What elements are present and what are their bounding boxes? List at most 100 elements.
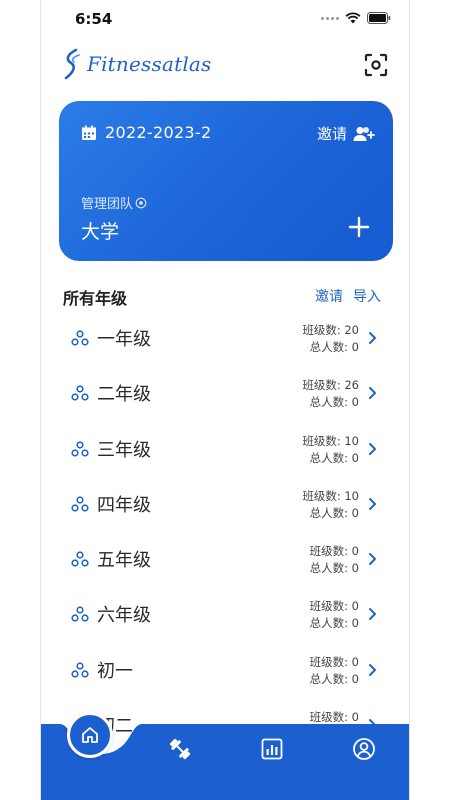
group-icon	[71, 551, 89, 567]
class-count-value: 26	[344, 378, 359, 393]
term-label: 2022-2023-2	[105, 123, 212, 142]
people-count-line: 总人数: 0	[310, 671, 359, 688]
people-count-label: 总人数:	[309, 340, 349, 354]
grade-row[interactable]: 五年级 班级数: 0 总人数: 0	[41, 532, 409, 587]
class-count-line: 班级数: 0	[310, 654, 359, 671]
logo-icon	[64, 48, 80, 80]
grade-row[interactable]: 三年级 班级数: 10 总人数: 0	[41, 422, 409, 477]
people-count-line: 总人数: 0	[302, 394, 359, 411]
grade-stats: 班级数: 26 总人数: 0	[302, 377, 359, 411]
grade-stats: 班级数: 0 总人数: 0	[310, 598, 359, 632]
people-count-label: 总人数:	[309, 505, 349, 520]
people-count-label: 总人数:	[309, 561, 349, 576]
class-count-label: 班级数:	[309, 710, 349, 725]
grades-section-header: 所有年级 邀请 导入	[63, 285, 381, 308]
grade-row[interactable]: 一年级 班级数: 20 总人数: 0	[41, 311, 409, 366]
team-label: 管理团队	[81, 193, 147, 212]
chevron-right-icon	[369, 497, 376, 510]
plus-icon	[348, 216, 370, 238]
scan-icon	[364, 53, 388, 77]
term-selector[interactable]: 2022-2023-2	[81, 123, 211, 142]
nav-profile-button[interactable]	[351, 736, 377, 762]
people-count-line: 总人数: 0	[302, 505, 359, 522]
grade-name: 初一	[97, 660, 133, 682]
team-card[interactable]: 2022-2023-2 邀请 管理团队 大学	[59, 101, 393, 261]
status-bar: 6:54	[41, 0, 409, 38]
chevron-right-icon	[369, 608, 376, 621]
group-icon	[71, 496, 89, 512]
group-icon	[71, 440, 89, 457]
class-count-value: 10	[344, 433, 359, 448]
scan-button[interactable]	[363, 52, 389, 78]
people-count-line: 总人数: 0	[310, 560, 359, 577]
dumbbell-icon	[169, 738, 191, 760]
chevron-right-icon	[369, 663, 376, 676]
brand-name: Fitnessatlas	[87, 52, 212, 76]
section-actions: 邀请 导入	[315, 286, 381, 306]
calendar-icon	[82, 125, 96, 140]
battery-icon	[367, 12, 391, 24]
chevron-right-icon	[369, 442, 376, 455]
class-count-value: 10	[344, 488, 359, 503]
grade-list: 一年级 班级数: 20 总人数: 0 二年级 班级数: 26 总人数: 0 三年…	[41, 311, 409, 753]
chevron-right-icon	[369, 332, 376, 344]
class-count-value: 0	[351, 654, 359, 669]
grade-stats: 班级数: 0 总人数: 0	[310, 654, 359, 688]
people-count-value: 0	[351, 616, 359, 631]
grade-stats: 班级数: 20 总人数: 0	[302, 322, 359, 356]
chevron-right-icon	[369, 553, 376, 566]
class-count-line: 班级数: 0	[310, 543, 359, 560]
class-count-label: 班级数:	[309, 544, 349, 559]
home-icon	[82, 727, 98, 743]
people-count-value: 0	[351, 561, 359, 576]
class-count-label: 班级数:	[302, 378, 341, 393]
brand-logo: Fitnessatlas	[61, 48, 212, 80]
grade-stats: 班级数: 10 总人数: 0	[302, 433, 359, 467]
people-count-label: 总人数:	[309, 616, 349, 631]
signal-icon	[321, 16, 339, 20]
people-count-line: 总人数: 0	[302, 450, 359, 467]
people-count-value: 0	[351, 671, 359, 686]
class-count-line: 班级数: 20	[302, 322, 359, 339]
class-count-line: 班级数: 0	[310, 598, 359, 615]
team-label-text: 管理团队	[81, 197, 134, 212]
chart-icon	[261, 738, 283, 760]
team-name: 大学	[81, 221, 120, 243]
invite-link[interactable]: 邀请	[315, 286, 343, 306]
class-count-label: 班级数:	[302, 433, 341, 448]
chevron-right-icon	[369, 387, 376, 400]
nav-workout-button[interactable]	[167, 736, 193, 762]
import-link[interactable]: 导入	[353, 286, 381, 306]
people-count-value: 0	[351, 450, 359, 465]
people-count-line: 总人数: 0	[302, 339, 359, 356]
grade-row[interactable]: 六年级 班级数: 0 总人数: 0	[41, 587, 409, 642]
people-count-label: 总人数:	[309, 450, 349, 465]
add-button[interactable]	[347, 215, 371, 239]
grade-stats: 班级数: 0 总人数: 0	[310, 543, 359, 577]
section-title: 所有年级	[63, 289, 128, 308]
grade-row[interactable]: 初一 班级数: 0 总人数: 0	[41, 643, 409, 698]
user-icon	[353, 738, 375, 760]
grade-name: 五年级	[97, 550, 151, 572]
people-count-line: 总人数: 0	[310, 615, 359, 632]
status-time: 6:54	[75, 10, 113, 28]
grade-row[interactable]: 二年级 班级数: 26 总人数: 0	[41, 366, 409, 421]
app-header: Fitnessatlas	[61, 48, 389, 88]
status-indicators	[321, 12, 391, 24]
class-count-label: 班级数:	[302, 323, 341, 337]
nav-stats-button[interactable]	[259, 736, 285, 762]
grade-name: 一年级	[97, 329, 151, 350]
people-count-label: 总人数:	[309, 671, 349, 686]
grade-row[interactable]: 四年级 班级数: 10 总人数: 0	[41, 477, 409, 532]
people-count-value: 0	[351, 505, 359, 520]
invite-member-button[interactable]: 邀请	[317, 123, 375, 144]
toggle-circle-icon[interactable]	[135, 197, 147, 209]
grade-name: 四年级	[97, 494, 151, 516]
class-count-value: 20	[344, 323, 359, 337]
grade-name: 二年级	[97, 384, 151, 406]
wifi-icon	[345, 12, 361, 24]
nav-home-button[interactable]	[67, 712, 113, 758]
bottom-nav	[41, 712, 409, 800]
class-count-line: 班级数: 26	[302, 377, 359, 394]
grade-stats: 班级数: 10 总人数: 0	[302, 488, 359, 522]
